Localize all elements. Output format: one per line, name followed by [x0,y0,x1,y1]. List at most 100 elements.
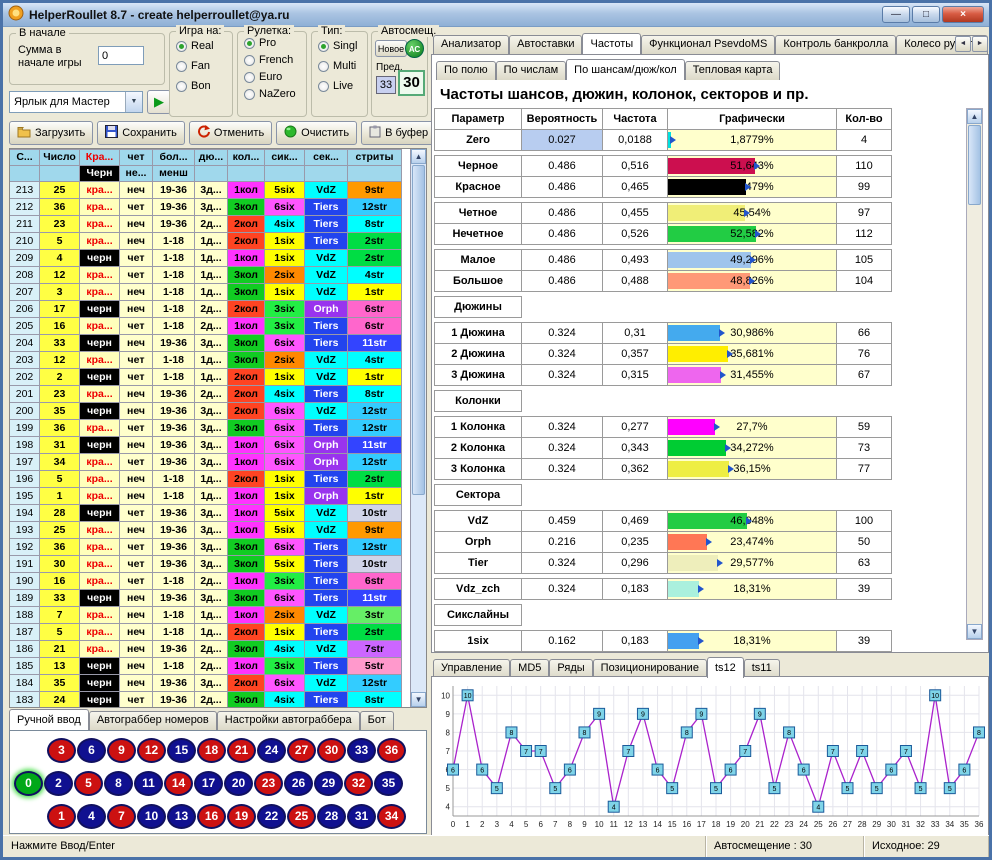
scroll-thumb[interactable] [412,165,425,495]
subtab-по-числам[interactable]: По числам [496,61,567,80]
history-row[interactable]: 18621кра...неч19-362д...3кол4sixVdZ7str [10,640,410,658]
history-row[interactable]: 19936кра...чет19-363д...3кол6sixTiers12s… [10,419,410,437]
master-combobox[interactable]: Ярлык для Мастер ▼ [9,91,143,113]
number-chip-4[interactable]: 4 [77,804,106,829]
number-chip-3[interactable]: 3 [47,738,76,763]
scroll-thumb[interactable] [968,125,981,205]
maximize-button[interactable]: □ [912,6,940,23]
tab-scroll-right-icon[interactable]: ► [972,36,988,52]
freq-scrollbar[interactable]: ▲ ▼ [966,108,983,640]
history-col-header[interactable]: бол... [152,149,195,166]
chevron-down-icon[interactable]: ▼ [125,92,142,112]
tab-бот[interactable]: Бот [360,711,394,730]
number-chip-0[interactable]: 0 [14,771,43,796]
history-row[interactable]: 20035черннеч19-363д...2кол6sixVdZ12str [10,402,410,420]
history-row[interactable]: 21236кра...чет19-363д...3кол6sixTiers12s… [10,198,410,216]
tab-автограббер-номеров[interactable]: Автограббер номеров [89,711,217,730]
history-row[interactable]: 20516кра...чет1-182д...1кол3sixTiers6str [10,317,410,335]
number-chip-27[interactable]: 27 [287,738,316,763]
history-row[interactable]: 2094чернчет1-181д...1кол1sixVdZ2str [10,249,410,267]
history-col-header[interactable]: дю... [194,149,228,166]
history-row[interactable]: 1875кра...неч1-181д...2кол1sixTiers2str [10,623,410,641]
history-row[interactable]: 1887кра...неч1-181д...1кол2sixVdZ3str [10,606,410,624]
tab-ts12[interactable]: ts12 [707,657,744,678]
number-chip-24[interactable]: 24 [257,738,286,763]
radio-euro[interactable]: Euro [244,71,306,83]
number-chip-31[interactable]: 31 [347,804,376,829]
history-row[interactable]: 19236кра...чет19-363д...3кол6sixTiers12s… [10,538,410,556]
number-chip-29[interactable]: 29 [314,771,343,796]
history-row[interactable]: 20617черннеч1-182д...2кол3sixOrph6str [10,300,410,318]
history-row[interactable]: 19428чернчет19-363д...1кол5sixVdZ10str [10,504,410,522]
number-chip-20[interactable]: 20 [224,771,253,796]
scroll-down-icon[interactable]: ▼ [411,692,426,707]
subtab-тепловая-карта[interactable]: Тепловая карта [685,61,781,80]
tab-настройки-автограббера[interactable]: Настройки автограббера [217,711,360,730]
tab-контроль-банкролла[interactable]: Контроль банкролла [775,35,896,54]
number-chip-9[interactable]: 9 [107,738,136,763]
number-chip-7[interactable]: 7 [107,804,136,829]
scroll-up-icon[interactable]: ▲ [411,149,426,164]
history-row[interactable]: 2105кра...неч1-181д...2кол1sixTiers2str [10,232,410,250]
history-row[interactable]: 19734кра...чет19-363д...1кол6sixOrph12st… [10,453,410,471]
number-chip-18[interactable]: 18 [197,738,226,763]
history-row[interactable]: 20433черннеч19-363д...3кол6sixTiers11str [10,334,410,352]
number-chip-25[interactable]: 25 [287,804,316,829]
number-chip-28[interactable]: 28 [317,804,346,829]
tab-автоставки[interactable]: Автоставки [509,35,582,54]
number-chip-19[interactable]: 19 [227,804,256,829]
history-row[interactable]: 2073кра...неч1-181д...3кол1sixVdZ1str [10,283,410,301]
tab-scroll-left-icon[interactable]: ◄ [955,36,971,52]
number-chip-11[interactable]: 11 [134,771,163,796]
subtab-по-шансам-дюж-кол[interactable]: По шансам/дюж/кол [566,59,685,80]
radio-multi[interactable]: Multi [318,60,367,72]
number-chip-36[interactable]: 36 [377,738,406,763]
history-row[interactable]: 1965кра...неч1-181д...2кол1sixTiers2str [10,470,410,488]
history-col-header[interactable]: сек... [304,149,348,166]
history-row[interactable]: 18324чернчет19-362д...3кол4sixTiers8str [10,691,410,707]
history-col-header[interactable]: кол... [227,149,265,166]
history-scrollbar[interactable]: ▲ ▼ [410,149,426,707]
buffer-button[interactable]: В буфер [361,121,436,145]
play-button[interactable]: ▶ [147,90,171,114]
number-chip-33[interactable]: 33 [347,738,376,763]
history-col-header[interactable]: Число [39,149,80,166]
number-chip-21[interactable]: 21 [227,738,256,763]
number-chip-8[interactable]: 8 [104,771,133,796]
minimize-button[interactable]: — [882,6,910,23]
radio-singl[interactable]: Singl [318,40,367,52]
history-row[interactable]: 19016кра...чет1-182д...1кол3sixTiers6str [10,572,410,590]
subtab-по-полю[interactable]: По полю [436,61,496,80]
history-row[interactable]: 19130кра...чет19-363д...3кол5sixTiers10s… [10,555,410,573]
history-row[interactable]: 18513черннеч1-182д...1кол3sixTiers5str [10,657,410,675]
tab-ручной-ввод[interactable]: Ручной ввод [9,709,89,730]
radio-live[interactable]: Live [318,80,367,92]
load-button[interactable]: Загрузить [9,121,93,145]
history-row[interactable]: 19831черннеч19-363д...1кол6sixOrph11str [10,436,410,454]
radio-nazero[interactable]: NaZero [244,88,306,100]
undo-button[interactable]: Отменить [189,121,272,145]
radio-bon[interactable]: Bon [176,80,232,92]
scroll-up-icon[interactable]: ▲ [967,109,982,124]
save-button[interactable]: Сохранить [97,121,185,145]
number-chip-23[interactable]: 23 [254,771,283,796]
history-row[interactable]: 18933черннеч19-363д...3кол6sixTiers11str [10,589,410,607]
number-chip-12[interactable]: 12 [137,738,166,763]
number-chip-6[interactable]: 6 [77,738,106,763]
tab-функционал-psevdoms[interactable]: Функционал PsevdoMS [641,35,775,54]
number-chip-34[interactable]: 34 [377,804,406,829]
history-row[interactable]: 1951кра...неч1-181д...1кол1sixOrph1str [10,487,410,505]
history-row[interactable]: 20312кра...чет1-181д...3кол2sixVdZ4str [10,351,410,369]
history-row[interactable]: 20123кра...неч19-362д...2кол4sixTiers8st… [10,385,410,403]
number-chip-17[interactable]: 17 [194,771,223,796]
number-chip-5[interactable]: 5 [74,771,103,796]
number-chip-14[interactable]: 14 [164,771,193,796]
history-row[interactable]: 18435черннеч19-363д...2кол6sixVdZ12str [10,674,410,692]
history-col-header[interactable]: чет [119,149,153,166]
number-chip-35[interactable]: 35 [374,771,403,796]
radio-real[interactable]: Real [176,40,232,52]
ac-button[interactable]: АС [405,39,424,58]
number-chip-30[interactable]: 30 [317,738,346,763]
history-col-header[interactable]: стриты [347,149,402,166]
history-col-header[interactable]: сик... [264,149,305,166]
